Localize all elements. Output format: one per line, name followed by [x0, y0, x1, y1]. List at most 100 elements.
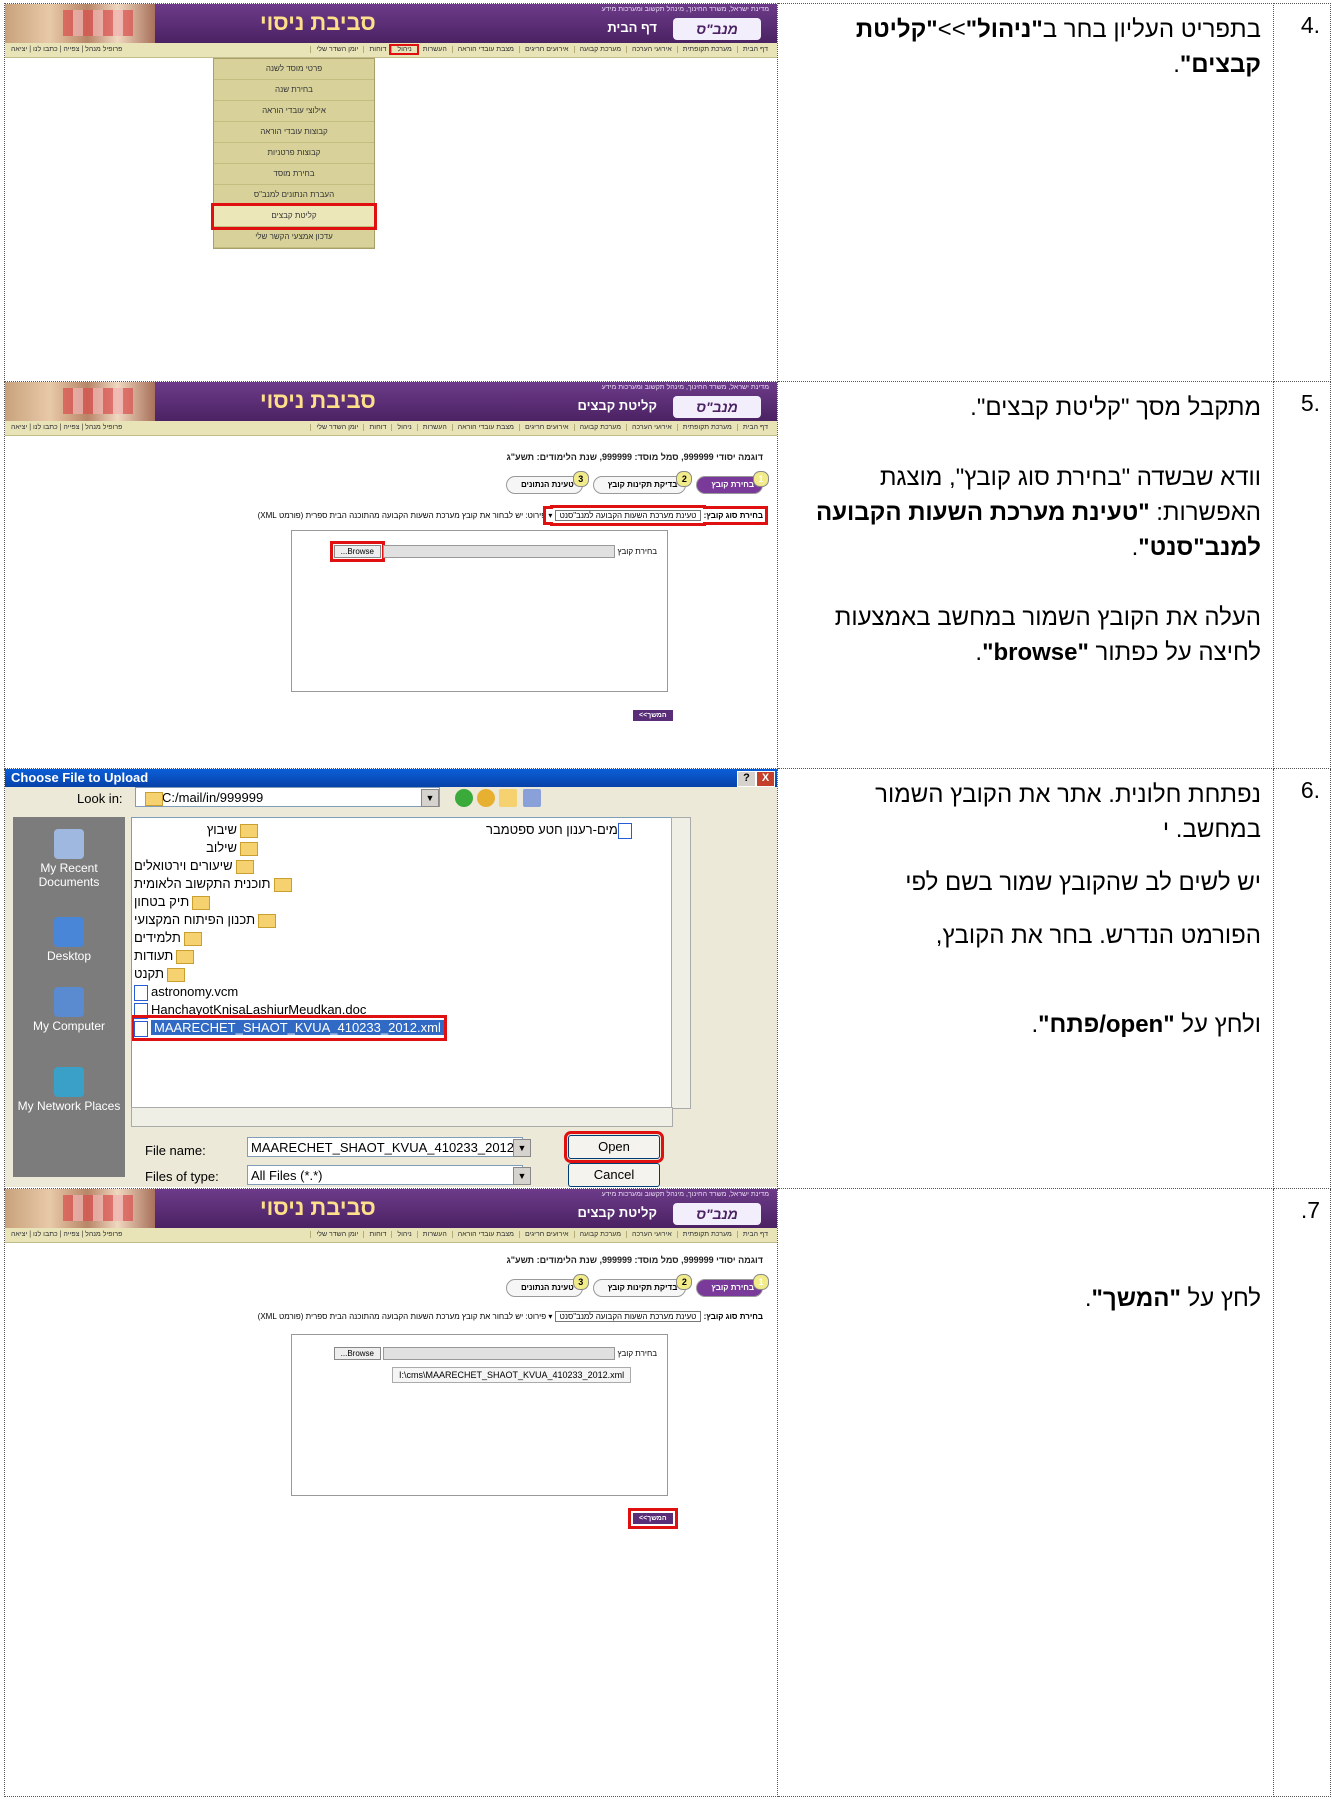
upload-box: בחירת קובץ Browse...: [291, 530, 668, 692]
file-dialog: Choose File to Upload ? X Look in: C:/ma…: [5, 769, 777, 1187]
manbas-logo: מנב"ס: [673, 18, 761, 40]
folder-item[interactable]: תלמידים: [134, 928, 202, 948]
filetype-select[interactable]: טעינת מערכת השעות הקבועה למנב"סנט: [554, 510, 702, 521]
file-path-input[interactable]: [383, 545, 616, 559]
folder-item[interactable]: תקנט: [134, 964, 185, 984]
menu-management[interactable]: ניהול: [389, 44, 419, 55]
app-screenshot-upload: סביבת ניסוי מדינת ישראל, משרד החינוך, מינ…: [5, 382, 777, 766]
chevron-down-icon[interactable]: ▼: [513, 1139, 531, 1157]
file-item-selected[interactable]: MAARECHET_SHAOT_KVUA_410233_2012.xml: [132, 1015, 447, 1041]
menu-staff[interactable]: מצבת עובדי הוראה: [451, 46, 519, 53]
dropdown-item[interactable]: בחירת מוסד: [214, 164, 374, 185]
folder-icon: [183, 931, 202, 946]
menu-eval[interactable]: אירועי הערכה: [626, 46, 677, 53]
close-button[interactable]: X: [756, 771, 775, 787]
chevron-down-icon[interactable]: ▼: [513, 1167, 531, 1185]
dropdown-item[interactable]: פרטי מוסד לשנה: [214, 59, 374, 80]
folder-icon: [273, 877, 292, 892]
new-folder-icon[interactable]: [499, 789, 517, 807]
menu-my-diary[interactable]: יומן השדר שלי: [310, 46, 364, 53]
app-screenshot-chosen: סביבת ניסוי מדינת ישראל, משרד החינוך, מינ…: [5, 1189, 777, 1589]
management-dropdown: פרטי מוסד לשנה בחירת שנה אילוצי עובדי הו…: [211, 58, 377, 249]
folder-icon: [166, 967, 185, 982]
place-network[interactable]: My Network Places: [13, 1067, 125, 1113]
filename-input[interactable]: MAARECHET_SHAOT_KVUA_410233_2012.x: [247, 1137, 523, 1157]
next-button[interactable]: המשך>>: [628, 1508, 678, 1529]
lookin-select[interactable]: C:/mail/in/999999: [135, 787, 440, 807]
page-title: דף הבית: [607, 20, 657, 35]
folder-icon: [240, 841, 258, 856]
up-folder-icon[interactable]: [477, 789, 495, 807]
folder-icon: [240, 823, 258, 838]
user-bar[interactable]: פרופיל מנהל | צפייה | כתבו לנו | יציאה: [11, 43, 122, 57]
instruction-cell-7: לחץ על "המשך".: [777, 1188, 1274, 1797]
instruction-cell-5: מתקבל מסך "קליטת קבצים". וודא שבשדה "בחי…: [777, 381, 1274, 769]
dropdown-item[interactable]: אילוצי עובדי הוראה: [214, 101, 374, 122]
menu-enrichment[interactable]: העשרות: [416, 46, 452, 53]
dialog-title: Choose File to Upload: [5, 769, 777, 787]
place-recent[interactable]: My Recent Documents: [13, 829, 125, 889]
horizontal-scrollbar[interactable]: [131, 1107, 673, 1127]
folder-item[interactable]: שילוב: [206, 838, 258, 858]
word-doc-icon: [134, 1002, 148, 1019]
file-list: שיבוץ שילוב שיעורים וירטואלים תוכנית התק…: [131, 817, 673, 1109]
folder-item[interactable]: תכנון הפיתוח המקצועי: [134, 910, 277, 930]
folder-item[interactable]: שיבוץ: [207, 820, 258, 840]
screenshot-cell-5: סביבת ניסוי מדינת ישראל, משרד החינוך, מינ…: [4, 381, 778, 769]
env-title: סביבת ניסוי: [260, 10, 376, 35]
wizard-step: 1 בחירת קובץ: [696, 471, 769, 494]
help-button[interactable]: ?: [737, 771, 756, 787]
filetype-select[interactable]: All Files (*.*): [247, 1165, 523, 1185]
folder-item[interactable]: שיעורים וירטואלים: [134, 856, 254, 876]
folder-item[interactable]: תעודות: [134, 946, 195, 966]
menu-periodic[interactable]: מערכת תקופתית: [676, 46, 737, 53]
chosen-file-path: I:\cms\MAARECHET_SHAOT_KVUA_410233_2012.…: [392, 1367, 632, 1383]
dropdown-item-file-upload[interactable]: קליטת קבצים: [211, 203, 377, 230]
dropdown-item[interactable]: קבוצות פרטניות: [214, 143, 374, 164]
places-bar: My Recent Documents Desktop My Computer …: [13, 817, 125, 1177]
app-screenshot-menu: סביבת ניסוי מדינת ישראל, משרד החינוך, מי…: [5, 4, 777, 379]
open-button[interactable]: Open: [564, 1131, 664, 1163]
school-info: דוגמה יסודי 999999, סמל מוסד: 999999, שנ…: [506, 452, 763, 462]
dropdown-item[interactable]: בחירת שנה: [214, 80, 374, 101]
file-item-doc[interactable]: מים-רענון חטע ספטמבר: [486, 820, 635, 840]
browse-button[interactable]: Browse...: [333, 1347, 381, 1360]
top-menu: דף הביתמערכת תקופתיתאירועי הערכהמערכת קב…: [5, 43, 777, 58]
word-doc-icon: [617, 822, 632, 839]
instruction-cell-6: נפתחת חלונית. אתר את הקובץ השמור במחשב. …: [777, 768, 1274, 1189]
folder-item[interactable]: תוכנית התקשוב הלאומית: [134, 874, 292, 894]
cancel-button[interactable]: Cancel: [568, 1163, 660, 1187]
menu-reports[interactable]: דוחות: [363, 46, 392, 53]
back-icon[interactable]: [455, 789, 473, 807]
app-header: סביבת ניסוי מדינת ישראל, משרד החינוך, מי…: [5, 4, 777, 43]
place-computer[interactable]: My Computer: [13, 987, 125, 1033]
menu-fixed[interactable]: מערכת קבועה: [573, 46, 627, 53]
wizard-steps: 1 בחירת קובץ 2 בדיקת תקינות קובץ 3 טעינת הנתו…: [496, 471, 769, 496]
step-number-4: 4.: [1273, 3, 1331, 382]
folder-icon: [258, 913, 277, 928]
browse-button[interactable]: Browse...: [329, 541, 386, 562]
screenshot-cell-6: Choose File to Upload ? X Look in: C:/ma…: [4, 768, 778, 1189]
folder-icon: [176, 949, 195, 964]
dropdown-item[interactable]: עדכון אמצעי הקשר שלי: [214, 227, 374, 248]
vcm-file-icon: [134, 984, 148, 1001]
file-item[interactable]: HanchayotKnisaLashiurMeudkan.doc: [134, 1000, 366, 1020]
filetype-row: בחירת סוג קובץ: טעינת מערכת השעות הקבועה…: [257, 506, 768, 525]
vertical-scrollbar[interactable]: [671, 817, 691, 1109]
header-photo: [5, 4, 155, 43]
folder-icon: [235, 859, 254, 874]
dropdown-item[interactable]: קבוצות עובדי הוראה: [214, 122, 374, 143]
place-desktop[interactable]: Desktop: [13, 917, 125, 963]
folder-item[interactable]: תיק בטחון: [134, 892, 211, 912]
instruction-cell-4: בתפריט העליון בחר ב"ניהול">>"קליטת קבצים…: [777, 3, 1274, 382]
dropdown-item[interactable]: העברת הנתונים למנב"ס: [214, 185, 374, 206]
chevron-down-icon[interactable]: ▼: [421, 789, 439, 807]
folder-icon: [192, 895, 211, 910]
menu-home[interactable]: דף הבית: [736, 46, 773, 53]
next-button[interactable]: המשך>>: [633, 710, 673, 721]
file-item[interactable]: astronomy.vcm: [134, 982, 238, 1002]
menu-exceptions[interactable]: אירועים חריגים: [518, 46, 574, 53]
screenshot-cell-4: סביבת ניסוי מדינת ישראל, משרד החינוך, מי…: [4, 3, 778, 382]
view-menu-icon[interactable]: [523, 789, 541, 807]
screenshot-cell-7: סביבת ניסוי מדינת ישראל, משרד החינוך, מינ…: [4, 1188, 778, 1797]
